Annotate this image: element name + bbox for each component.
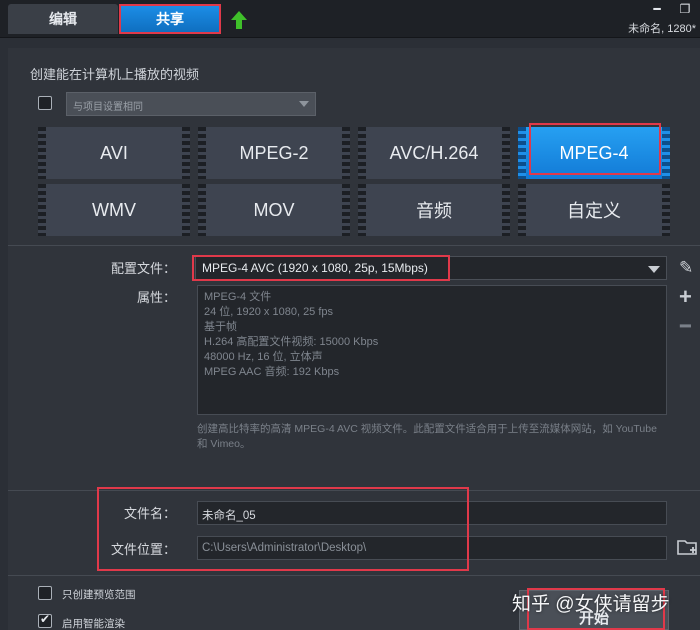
format-avi[interactable]: AVI [38,127,190,179]
smart-render-label: 启用智能渲染 [62,618,125,630]
location-input[interactable]: C:\Users\Administrator\Desktop\ [197,536,667,560]
format-wmv[interactable]: WMV [38,184,190,236]
folder-add-icon[interactable] [677,538,699,556]
restore-icon[interactable]: ❐ [678,2,692,16]
match-project-label: 与项目设置相同 [73,102,143,113]
match-project-checkbox[interactable] [38,96,52,110]
format-avi-label: AVI [100,142,128,163]
section-title: 创建能在计算机上播放的视频 [30,67,200,82]
format-wmv-label: WMV [92,199,136,220]
format-mov[interactable]: MOV [198,184,350,236]
format-mpeg2-label: MPEG-2 [239,142,309,163]
tab-edit[interactable]: 编辑 [8,4,118,34]
format-avc-h264-label: AVC/H.264 [389,142,479,163]
profile-dropdown[interactable]: MPEG-4 AVC (1920 x 1080, 25p, 15Mbps) [195,256,667,280]
profile-description: 创建高比特率的高清 MPEG-4 AVC 视频文件。此配置文件适合用于上传至流媒… [197,423,657,450]
properties-label: 属性： [136,290,176,305]
property-line: 24 位, 1920 x 1080, 25 fps [204,306,334,318]
format-custom[interactable]: 自定义 [518,184,670,236]
tab-share-label: 共享 [156,11,184,27]
format-mpeg4[interactable]: MPEG-4 [518,127,670,179]
format-custom-label: 自定义 [567,201,621,221]
tab-share[interactable]: 共享 [119,4,221,34]
preview-only-label: 只创建预览范围 [62,589,136,601]
window-controls: ━ ❐ [632,2,692,18]
add-icon[interactable]: + [679,286,692,308]
location-label: 文件位置： [110,542,176,557]
minimize-icon[interactable]: ━ [650,2,664,16]
top-bar: 编辑 共享 ━ ❐ 未命名, 1280* [0,0,700,38]
divider [8,245,700,246]
format-mov-label: MOV [253,199,295,220]
filename-label: 文件名： [123,506,176,521]
format-mpeg4-label: MPEG-4 [559,142,629,163]
format-audio[interactable]: 音频 [358,184,510,236]
match-project-dropdown[interactable]: 与项目设置相同 [66,92,316,116]
remove-icon[interactable]: ━ [680,316,691,336]
property-line: MPEG-4 文件 [204,291,272,303]
properties-box: MPEG-4 文件 24 位, 1920 x 1080, 25 fps 基于帧 … [197,285,667,415]
format-mpeg2[interactable]: MPEG-2 [198,127,350,179]
watermark: 知乎 @女侠请留步 [512,594,670,615]
edit-pencil-icon[interactable]: ✎ [679,258,693,278]
dropdown-arrow-icon [648,266,660,273]
property-line: 48000 Hz, 16 位, 立体声 [204,351,323,363]
property-line: H.264 高配置文件视频: 15000 Kbps [204,336,379,348]
property-line: MPEG AAC 音频: 192 Kbps [204,366,340,378]
format-avc-h264[interactable]: AVC/H.264 [358,127,510,179]
filename-input[interactable]: 未命名_05 [197,501,667,525]
project-name: 未命名, 1280* [628,23,696,35]
smart-render-checkbox[interactable] [38,612,52,628]
dropdown-arrow-icon [299,101,309,107]
format-audio-label: 音频 [416,201,452,221]
divider [8,575,700,576]
profile-label: 配置文件： [110,261,176,276]
preview-only-checkbox[interactable] [38,586,52,600]
tab-edit-label: 编辑 [49,11,77,27]
property-line: 基于帧 [204,321,237,333]
divider [8,490,700,491]
upload-arrow-icon[interactable] [230,10,248,30]
profile-value: MPEG-4 AVC (1920 x 1080, 25p, 15Mbps) [202,261,428,275]
